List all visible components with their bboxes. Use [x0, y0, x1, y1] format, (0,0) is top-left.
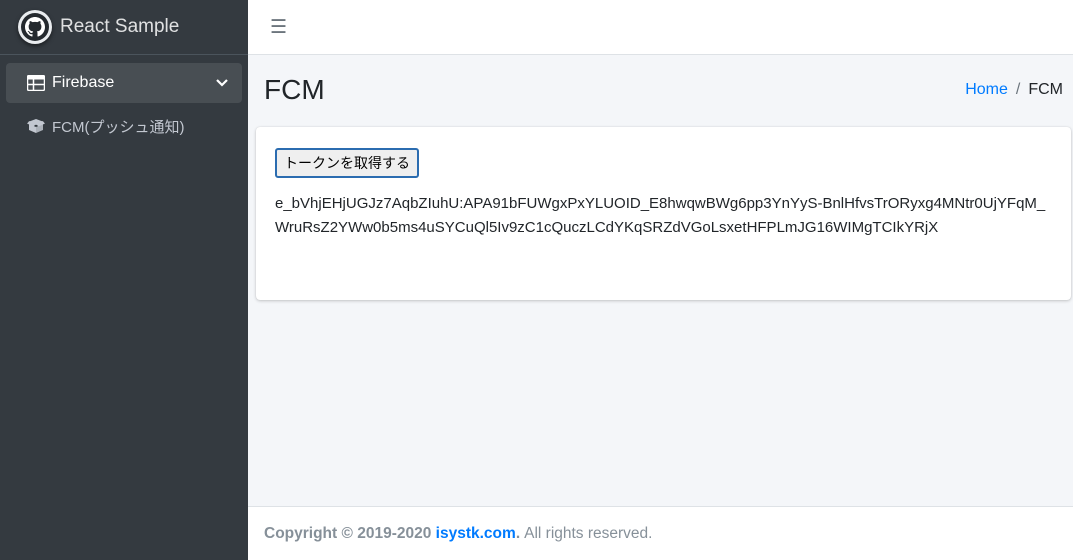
- sidebar-item-label: FCM(プッシュ通知): [52, 118, 185, 136]
- content-header: FCM Home / FCM: [248, 55, 1073, 125]
- footer-rights: All rights reserved.: [524, 524, 653, 542]
- top-navbar: ☰: [248, 0, 1073, 55]
- breadcrumb-separator: /: [1015, 81, 1021, 98]
- box-open-icon: [26, 118, 46, 134]
- sidebar-item-fcm[interactable]: FCM(プッシュ通知): [6, 105, 242, 147]
- brand-link[interactable]: React Sample: [0, 0, 248, 55]
- footer-period: .: [515, 524, 521, 542]
- page-title: FCM: [264, 74, 325, 105]
- breadcrumb: Home / FCM: [965, 81, 1063, 99]
- chevron-down-icon: [216, 74, 228, 92]
- menu-toggle-icon[interactable]: ☰: [270, 16, 287, 39]
- sidebar-nav: Firebase FCM(プッシュ通知): [0, 55, 248, 155]
- breadcrumb-home-link[interactable]: Home: [965, 81, 1008, 99]
- get-token-button[interactable]: トークンを取得する: [275, 148, 419, 178]
- breadcrumb-current: FCM: [1028, 81, 1063, 98]
- token-card: トークンを取得する e_bVhjEHjUGJz7AqbZIuhU:APA91bF…: [256, 127, 1071, 300]
- sidebar-item-firebase[interactable]: Firebase: [6, 63, 242, 103]
- table-icon: [26, 75, 46, 91]
- token-text: e_bVhjEHjUGJz7AqbZIuhU:APA91bFUWgxPxYLUO…: [275, 195, 1046, 236]
- brand-name: React Sample: [60, 16, 180, 37]
- footer-copyright: Copyright © 2019-2020: [264, 524, 432, 542]
- sidebar: React Sample Firebase FCM(プッシュ通知): [0, 0, 248, 560]
- sidebar-item-label: Firebase: [52, 74, 115, 91]
- github-icon: [18, 10, 52, 44]
- footer-site-link[interactable]: isystk.com: [436, 525, 516, 543]
- footer: Copyright © 2019-2020 isystk.com. All ri…: [248, 506, 1073, 560]
